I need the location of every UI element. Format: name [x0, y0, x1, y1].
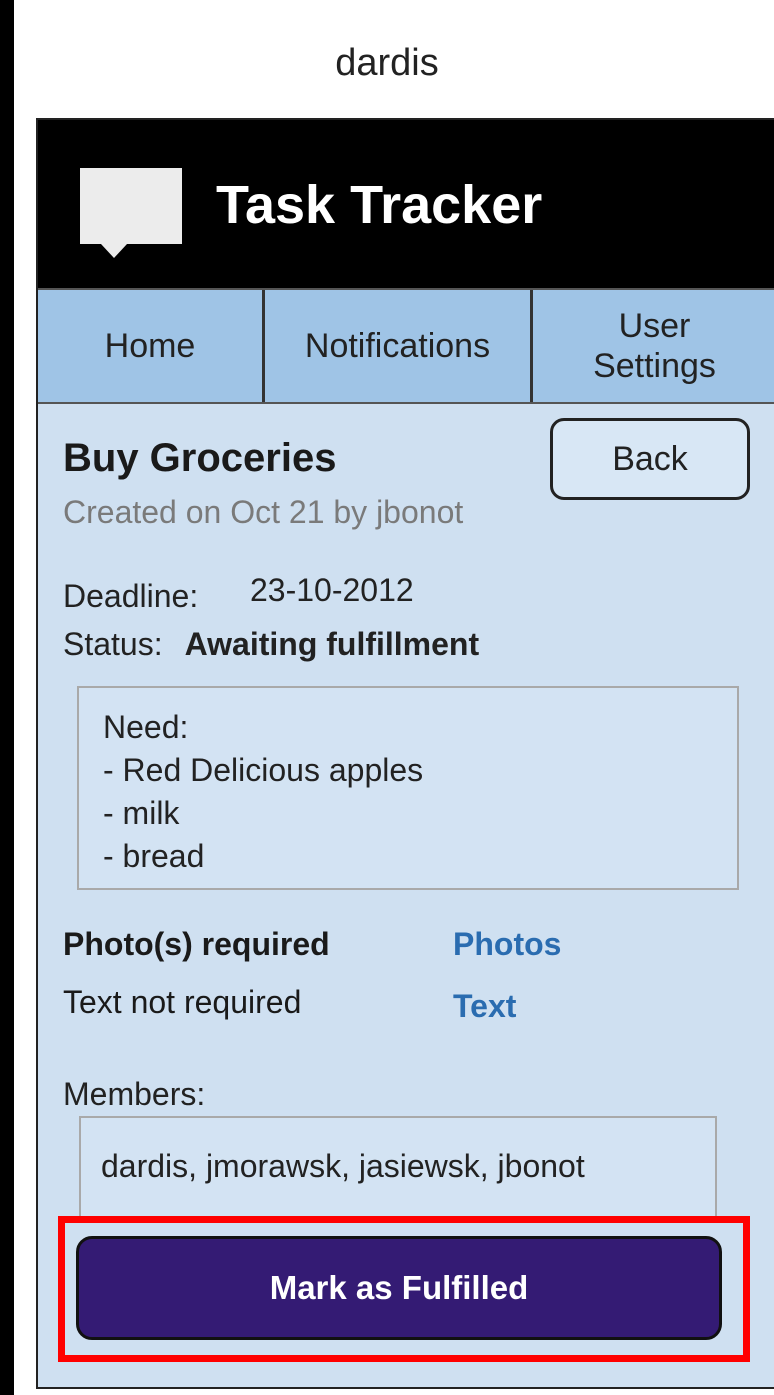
status-value: Awaiting fulfillment — [184, 626, 480, 662]
photos-requirement: Photo(s) required — [63, 926, 330, 962]
nav-tabs: Home Notifications User Settings — [38, 288, 774, 404]
deadline-label: Deadline: — [63, 578, 199, 614]
task-title: Buy Groceries — [63, 436, 337, 480]
app-header: Task Tracker — [38, 120, 774, 288]
description-line: - bread — [103, 838, 205, 874]
members-label: Members: — [63, 1076, 206, 1112]
description-line: Need: — [103, 709, 189, 745]
logo-tail — [101, 244, 127, 258]
tab-user-settings-label: User Settings — [593, 307, 716, 385]
members-list: dardis, jmorawsk, jasiewsk, jbonot — [79, 1116, 717, 1218]
task-created-info: Created on Oct 21 by jbonot — [63, 494, 464, 530]
status-row: Status: Awaiting fulfillment — [63, 626, 479, 663]
deadline-row: Deadline: 23-10-2012 — [63, 572, 414, 615]
description-line: - milk — [103, 795, 180, 831]
mark-as-fulfilled-button[interactable]: Mark as Fulfilled — [76, 1236, 722, 1340]
text-link[interactable]: Text — [453, 988, 516, 1025]
current-user-label: dardis — [335, 42, 439, 84]
speech-bubble-logo-icon — [80, 168, 182, 244]
tab-home[interactable]: Home — [38, 290, 265, 402]
tab-user-settings[interactable]: User Settings — [533, 290, 774, 402]
app-screen: Task Tracker Home Notifications User Set… — [36, 118, 774, 1389]
page: dardis Task Tracker Home Notifications U… — [14, 0, 774, 1395]
deadline-value: 23-10-2012 — [250, 572, 414, 608]
description-line: - Red Delicious apples — [103, 752, 424, 788]
tab-notifications[interactable]: Notifications — [265, 290, 533, 402]
task-description: Need: - Red Delicious apples - milk - br… — [77, 686, 739, 890]
photos-link[interactable]: Photos — [453, 926, 561, 963]
back-button[interactable]: Back — [550, 418, 750, 500]
app-title: Task Tracker — [216, 175, 543, 235]
text-requirement: Text not required — [63, 984, 302, 1020]
status-label: Status: — [63, 626, 163, 662]
